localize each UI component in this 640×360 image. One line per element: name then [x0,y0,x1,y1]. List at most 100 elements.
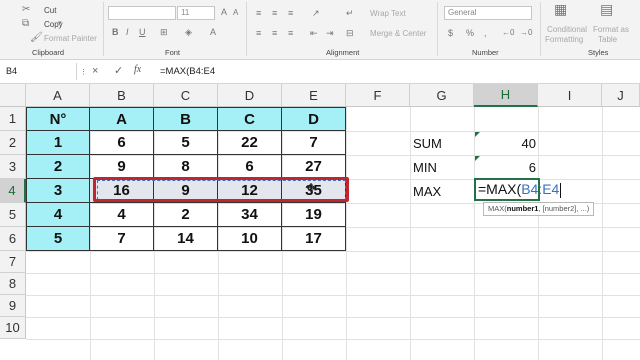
format-painter-icon[interactable]: 🖌 [30,33,43,43]
font-color-icon[interactable]: A [210,27,216,37]
row-header-2[interactable]: 2 [0,131,26,155]
enter-icon[interactable]: ✓ [114,64,123,78]
format-as-table-icon[interactable]: ▤ [600,2,613,16]
cut-icon[interactable]: ✂ [22,5,30,15]
percent-style-icon[interactable]: % [466,28,474,38]
table-cell[interactable]: 27 [282,155,346,179]
row-header-1[interactable]: 1 [0,107,26,131]
underline-icon[interactable]: U [139,27,146,37]
font-name-select[interactable] [108,6,176,20]
table-cell[interactable]: 3 [26,179,90,203]
conditional-formatting-icon[interactable]: ▦ [554,2,567,16]
shrink-font-icon[interactable]: A [233,8,238,18]
column-header-h[interactable]: H [474,84,538,107]
column-header-g[interactable]: G [410,84,474,107]
column-header-e[interactable]: E [282,84,346,107]
format-painter-button[interactable]: Format Painter [44,34,97,43]
name-box-dropdown-icon[interactable]: ⋮ [80,66,87,80]
row-header-9[interactable]: 9 [0,295,26,317]
table-cell[interactable]: 6 [90,131,154,155]
table-cell[interactable]: 2 [26,155,90,179]
column-header-b[interactable]: B [90,84,154,107]
format-as-table-label-1[interactable]: Format as [593,25,629,34]
column-header-j[interactable]: J [602,84,640,107]
table-cell[interactable]: 8 [154,155,218,179]
table-cell[interactable]: 6 [218,155,282,179]
font-size-select[interactable]: 11 [177,6,215,20]
align-left-icon[interactable]: ≡ [256,28,261,38]
min-value[interactable]: 6 [476,160,536,175]
table-cell[interactable]: 1 [26,131,90,155]
align-center-icon[interactable]: ≡ [272,28,277,38]
grow-font-icon[interactable]: A [221,7,227,17]
wrap-text-icon[interactable]: ↵ [346,8,354,18]
table-cell[interactable]: 10 [218,227,282,251]
format-as-table-label-2[interactable]: Table [598,35,617,44]
tooltip-current-arg[interactable]: number1 [507,204,539,213]
column-header-i[interactable]: I [538,84,602,107]
orientation-icon[interactable]: ↗ [312,8,320,18]
table-header-cell[interactable]: C [218,107,282,131]
italic-icon[interactable]: I [126,27,129,37]
cancel-icon[interactable]: × [92,64,98,78]
table-header-cell[interactable]: A [90,107,154,131]
cell-edit-text[interactable]: =MAX(B4:E4 [478,181,562,198]
table-cell[interactable]: 22 [218,131,282,155]
increase-indent-icon[interactable]: ⇥ [326,28,334,38]
merge-center-icon[interactable]: ⊟ [346,28,354,38]
align-top-icon[interactable]: ≡ [256,8,261,18]
table-cell[interactable]: 5 [154,131,218,155]
number-format-select[interactable]: General [444,6,532,20]
table-cell[interactable]: 4 [26,203,90,227]
table-header-cell[interactable]: D [282,107,346,131]
row-header-7[interactable]: 7 [0,251,26,273]
select-all-corner[interactable] [0,84,26,107]
row-header-4[interactable]: 4 [0,179,26,203]
copy-dropdown-icon[interactable]: ▾ [58,19,62,29]
accounting-format-icon[interactable]: $ [448,28,453,38]
row-header-8[interactable]: 8 [0,273,26,295]
table-cell[interactable]: 19 [282,203,346,227]
row-header-10[interactable]: 10 [0,317,26,339]
conditional-formatting-label-2[interactable]: Formatting [545,35,583,44]
row-header-3[interactable]: 3 [0,155,26,179]
align-middle-icon[interactable]: ≡ [272,8,277,18]
align-right-icon[interactable]: ≡ [288,28,293,38]
tooltip-function-name[interactable]: MAX( [488,204,507,213]
table-cell[interactable]: 34 [218,203,282,227]
min-label[interactable]: MIN [413,160,437,175]
table-header-cell[interactable]: N° [26,107,90,131]
increase-decimal-icon[interactable]: ←0 [502,28,514,38]
row-header-5[interactable]: 5 [0,203,26,227]
decrease-decimal-icon[interactable]: →0 [520,28,532,38]
sum-value[interactable]: 40 [476,136,536,151]
comma-style-icon[interactable]: , [484,28,487,38]
column-header-f[interactable]: F [346,84,410,107]
merge-center-button[interactable]: Merge & Center [370,29,426,38]
table-cell[interactable]: 9 [90,155,154,179]
insert-function-icon[interactable]: fx [134,64,141,75]
column-header-a[interactable]: A [26,84,90,107]
table-cell[interactable]: 7 [282,131,346,155]
column-header-d[interactable]: D [218,84,282,107]
table-header-cell[interactable]: B [154,107,218,131]
table-cell[interactable]: 7 [90,227,154,251]
borders-icon[interactable]: ⊞ [160,27,168,37]
bold-icon[interactable]: B [112,27,119,37]
copy-icon[interactable]: ⧉ [22,19,29,29]
fill-color-icon[interactable]: ◈ [185,27,192,37]
formula-input[interactable]: =MAX(B4:E4 [160,66,215,77]
table-cell[interactable]: 14 [154,227,218,251]
wrap-text-button[interactable]: Wrap Text [370,9,406,18]
name-box[interactable]: B4 [2,63,77,80]
cut-button[interactable]: Cut [44,6,56,15]
table-cell[interactable]: 5 [26,227,90,251]
table-cell[interactable]: 17 [282,227,346,251]
table-cell[interactable]: 4 [90,203,154,227]
column-header-c[interactable]: C [154,84,218,107]
function-tooltip[interactable]: MAX(number1, [number2], ...) [483,202,595,216]
sum-label[interactable]: SUM [413,136,442,151]
row-header-6[interactable]: 6 [0,227,26,251]
table-cell[interactable]: 2 [154,203,218,227]
decrease-indent-icon[interactable]: ⇤ [310,28,318,38]
